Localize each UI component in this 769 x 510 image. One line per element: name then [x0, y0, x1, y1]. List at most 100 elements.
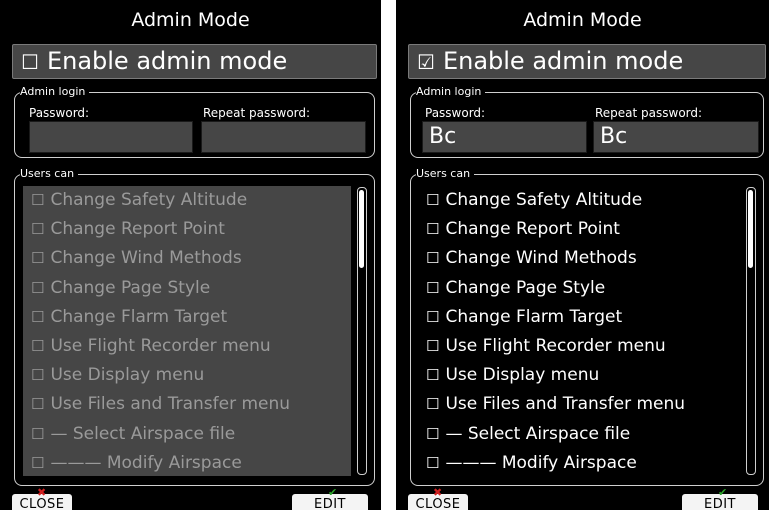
- checkbox-unchecked-icon: ☐: [426, 453, 440, 472]
- users-can-group: Users can ☐ Change Safety Altitude ☐ Chang…: [14, 166, 375, 486]
- permission-files-transfer-menu[interactable]: ☐ Use Files and Transfer menu: [418, 390, 743, 420]
- list-item-label: Change Safety Altitude: [445, 190, 643, 210]
- permission-change-page-style[interactable]: ☐ Change Page Style: [23, 274, 351, 303]
- list-item-label: Change Flarm Target: [445, 306, 623, 327]
- password-field[interactable]: [29, 121, 193, 153]
- list-item-label: — Select Airspace file: [50, 423, 236, 444]
- checkbox-unchecked-icon: ☐: [31, 249, 45, 268]
- list-item-label: Change Page Style: [50, 277, 211, 298]
- list-item-label: Use Display menu: [445, 365, 600, 386]
- permission-change-page-style[interactable]: ☐ Change Page Style: [418, 273, 743, 303]
- list-item-label: Change Wind Methods: [445, 248, 637, 269]
- checkbox-checked-icon: ☑: [417, 50, 435, 74]
- list-item-label: Change Flarm Target: [50, 306, 228, 327]
- checkbox-unchecked-icon: ☐: [426, 307, 440, 326]
- password-label: Password:: [425, 106, 486, 120]
- edit-button[interactable]: ✔ EDIT: [292, 487, 368, 510]
- permission-change-wind-methods[interactable]: ☐ Change Wind Methods: [418, 244, 743, 274]
- list-item-label: Use Flight Recorder menu: [445, 335, 666, 356]
- close-button[interactable]: ✖ CLOSE: [12, 487, 72, 510]
- permission-change-report-point[interactable]: ☐ Change Report Point: [418, 215, 743, 245]
- scrollbar-thumb[interactable]: [359, 190, 364, 268]
- screen-title: Admin Mode: [131, 9, 250, 31]
- permission-modify-airspace[interactable]: ☐ ——— Modify Airspace: [418, 448, 743, 478]
- list-scrollbar[interactable]: [357, 187, 367, 475]
- list-item-label: Change Report Point: [50, 219, 225, 240]
- list-item-label: Use Flight Recorder menu: [50, 335, 271, 356]
- users-can-legend: Users can: [20, 166, 79, 182]
- enable-admin-mode-label: Enable admin mode: [442, 47, 684, 75]
- repeat-password-field[interactable]: Bc: [593, 121, 759, 153]
- checkbox-unchecked-icon: ☐: [31, 220, 45, 239]
- password-label: Password:: [29, 106, 90, 120]
- repeat-password-label: Repeat password:: [203, 106, 311, 120]
- admin-login-legend: Admin login: [416, 84, 486, 100]
- checkbox-unchecked-icon: ☐: [31, 453, 45, 472]
- list-item-label: Use Display menu: [50, 365, 205, 386]
- checkbox-unchecked-icon: ☐: [31, 307, 45, 326]
- close-label: CLOSE: [415, 497, 461, 510]
- checkbox-unchecked-icon: ☐: [31, 424, 45, 443]
- checkbox-unchecked-icon: ☐: [31, 366, 45, 385]
- permissions-list[interactable]: ☐ Change Safety Altitude ☐ Change Report P…: [23, 186, 351, 476]
- enable-admin-mode-checkbox[interactable]: ☑ Enable admin mode: [408, 44, 766, 79]
- users-can-legend: Users can: [416, 166, 475, 182]
- permission-modify-airspace[interactable]: ☐ ——— Modify Airspace: [23, 449, 351, 478]
- checkbox-unchecked-icon: ☐: [426, 424, 440, 443]
- admin-mode-screen-enabled: Admin Mode ☑ Enable admin mode Admin logi…: [396, 0, 769, 510]
- permission-select-airspace-file[interactable]: ☐ — Select Airspace file: [23, 420, 351, 449]
- permission-files-transfer-menu[interactable]: ☐ Use Files and Transfer menu: [23, 390, 351, 419]
- list-item-label: Change Page Style: [445, 277, 606, 298]
- checkbox-unchecked-icon: ☐: [426, 366, 440, 385]
- close-button[interactable]: ✖ CLOSE: [408, 487, 468, 510]
- permission-change-flarm-target[interactable]: ☐ Change Flarm Target: [418, 302, 743, 332]
- checkbox-unchecked-icon: ☐: [426, 249, 440, 268]
- permission-change-safety-altitude[interactable]: ☐ Change Safety Altitude: [23, 186, 351, 215]
- list-scrollbar[interactable]: [746, 187, 756, 475]
- enable-admin-mode-checkbox[interactable]: ☐ Enable admin mode: [12, 44, 377, 79]
- users-can-group: Users can ☐ Change Safety Altitude ☐ Chang…: [410, 166, 764, 486]
- checkbox-unchecked-icon: ☐: [426, 395, 440, 414]
- checkbox-unchecked-icon: ☐: [426, 191, 440, 209]
- permission-change-safety-altitude[interactable]: ☐ Change Safety Altitude: [418, 186, 743, 216]
- list-item-label: Change Safety Altitude: [50, 190, 248, 210]
- list-item-label: Change Report Point: [445, 219, 620, 240]
- checkbox-unchecked-icon: ☐: [31, 191, 45, 209]
- permission-select-airspace-file[interactable]: ☐ — Select Airspace file: [418, 419, 743, 449]
- edit-label: EDIT: [704, 497, 736, 510]
- permission-display-menu[interactable]: ☐ Use Display menu: [418, 361, 743, 391]
- permission-flight-recorder-menu[interactable]: ☐ Use Flight Recorder menu: [23, 332, 351, 361]
- checkbox-unchecked-icon: ☐: [31, 336, 45, 355]
- list-item-label: Use Files and Transfer menu: [445, 394, 686, 415]
- admin-login-group: Admin login Password: Repeat password: B…: [410, 84, 764, 158]
- checkbox-unchecked-icon: ☐: [426, 220, 440, 239]
- permission-change-flarm-target[interactable]: ☐ Change Flarm Target: [23, 303, 351, 332]
- permission-change-report-point[interactable]: ☐ Change Report Point: [23, 215, 351, 244]
- repeat-password-field[interactable]: [201, 121, 366, 153]
- permission-display-menu[interactable]: ☐ Use Display menu: [23, 361, 351, 390]
- edit-button[interactable]: ✔ EDIT: [682, 487, 758, 510]
- checkbox-unchecked-icon: ☐: [426, 278, 440, 297]
- list-item-label: Change Wind Methods: [50, 248, 242, 269]
- checkbox-unchecked-icon: ☐: [426, 336, 440, 355]
- list-item-label: ——— Modify Airspace: [50, 452, 242, 473]
- permission-flight-recorder-menu[interactable]: ☐ Use Flight Recorder menu: [418, 331, 743, 362]
- scrollbar-thumb[interactable]: [748, 190, 753, 268]
- list-item-label: ——— Modify Airspace: [445, 452, 637, 473]
- list-item-label: Use Files and Transfer menu: [50, 394, 291, 415]
- admin-login-group: Admin login Password: Repeat password:: [14, 84, 375, 158]
- repeat-password-label: Repeat password:: [595, 106, 703, 120]
- enable-admin-mode-label: Enable admin mode: [46, 47, 288, 75]
- checkbox-unchecked-icon: ☐: [31, 395, 45, 414]
- checkbox-unchecked-icon: ☐: [21, 50, 39, 74]
- admin-mode-screen-disabled: Admin Mode ☐ Enable admin mode Admin logi…: [0, 0, 381, 510]
- admin-login-legend: Admin login: [20, 84, 90, 100]
- password-field[interactable]: Bc: [422, 121, 587, 153]
- permissions-list[interactable]: ☐ Change Safety Altitude ☐ Change Report P…: [418, 186, 743, 478]
- edit-label: EDIT: [314, 497, 346, 510]
- permission-change-wind-methods[interactable]: ☐ Change Wind Methods: [23, 244, 351, 273]
- checkbox-unchecked-icon: ☐: [31, 278, 45, 297]
- close-label: CLOSE: [19, 497, 65, 510]
- screen-title: Admin Mode: [523, 9, 642, 31]
- list-item-label: — Select Airspace file: [445, 423, 631, 444]
